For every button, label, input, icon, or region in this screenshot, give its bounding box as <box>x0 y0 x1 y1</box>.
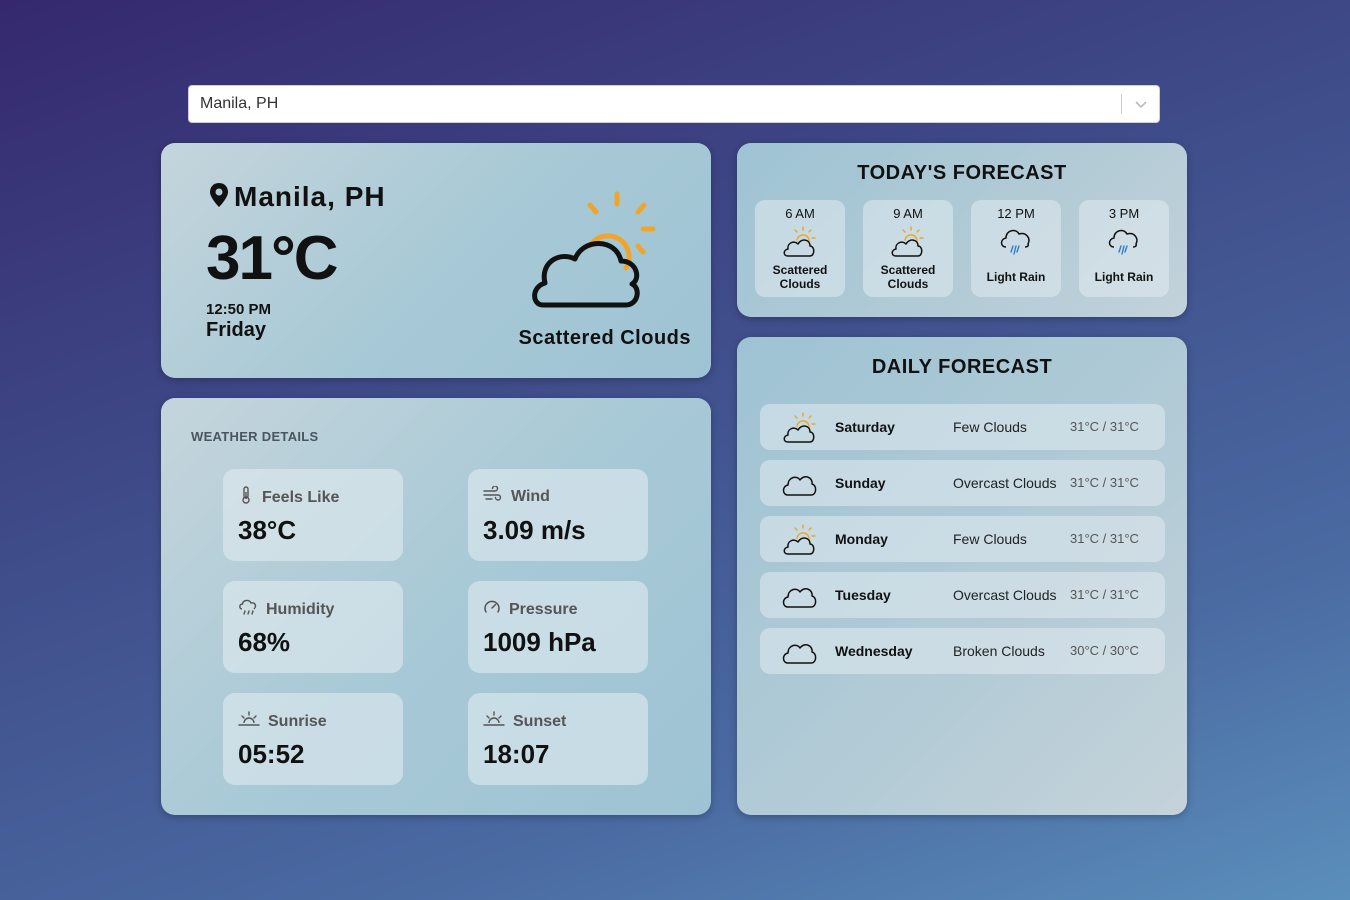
detail-sunrise: Sunrise 05:52 <box>223 693 403 785</box>
hour-desc-line1: Light Rain <box>1094 270 1154 284</box>
rain-icon <box>1106 225 1142 264</box>
details-title: WEATHER DETAILS <box>191 429 319 444</box>
cloud-icon <box>782 467 818 506</box>
detail-label: Sunrise <box>268 712 327 730</box>
hourly-item: 12 PM Light Rain <box>971 200 1061 297</box>
rain-icon <box>998 225 1034 264</box>
partly-cloudy-icon <box>782 225 818 264</box>
sunset-icon <box>483 710 505 733</box>
detail-value: 38°C <box>238 515 297 545</box>
hour-time: 3 PM <box>1108 206 1140 221</box>
detail-feels-like: Feels Like 38°C <box>223 469 403 561</box>
detail-label: Pressure <box>509 600 578 618</box>
daily-day: Tuesday <box>835 587 891 603</box>
daily-temp: 31°C / 31°C <box>1070 531 1139 546</box>
humidity-icon <box>238 598 258 621</box>
chevron-down-icon[interactable] <box>1122 86 1159 122</box>
daily-row: Wednesday Broken Clouds 30°C / 30°C <box>760 628 1165 674</box>
daily-temp: 31°C / 31°C <box>1070 419 1139 434</box>
daily-day: Saturday <box>835 419 895 435</box>
current-day: Friday <box>206 319 267 341</box>
hour-desc-line1: Scattered <box>772 263 828 277</box>
detail-humidity: Humidity 68% <box>223 581 403 673</box>
detail-pressure: Pressure 1009 hPa <box>468 581 648 673</box>
location-name: Manila, PH <box>234 181 386 212</box>
detail-label: Feels Like <box>262 488 340 506</box>
hour-desc-line2: Clouds <box>887 277 929 291</box>
partly-cloudy-icon <box>782 411 818 450</box>
detail-label: Wind <box>511 487 550 505</box>
daily-desc: Few Clouds <box>953 531 1027 547</box>
daily-day: Wednesday <box>835 643 913 659</box>
todays-forecast-card: TODAY'S FORECAST 6 AM Scattered Clouds 9… <box>737 143 1187 317</box>
hourly-item: 3 PM Light Rain <box>1079 200 1169 297</box>
location-select[interactable]: Manila, PH <box>188 85 1160 123</box>
partly-cloudy-icon <box>529 188 659 323</box>
daily-temp: 31°C / 31°C <box>1070 587 1139 602</box>
daily-desc: Few Clouds <box>953 419 1027 435</box>
daily-temp: 30°C / 30°C <box>1070 643 1139 658</box>
detail-value: 68% <box>238 627 291 657</box>
daily-desc: Overcast Clouds <box>953 587 1057 603</box>
hour-time: 6 AM <box>785 206 815 221</box>
hourly-item: 9 AM Scattered Clouds <box>863 200 953 297</box>
detail-value: 3.09 m/s <box>483 515 586 545</box>
thermometer-icon <box>238 486 254 509</box>
location-pin-icon <box>208 182 230 213</box>
detail-sunset: Sunset 18:07 <box>468 693 648 785</box>
hour-desc-line1: Scattered <box>880 263 936 277</box>
hour-desc-line1: Light Rain <box>986 270 1046 284</box>
daily-day: Monday <box>835 531 888 547</box>
daily-row: Tuesday Overcast Clouds 31°C / 31°C <box>760 572 1165 618</box>
current-temperature: 31°C <box>206 224 339 293</box>
hour-time: 12 PM <box>997 206 1035 221</box>
cloud-icon <box>782 579 818 618</box>
sunrise-icon <box>238 710 260 733</box>
detail-value: 18:07 <box>483 739 550 769</box>
weather-details-card: WEATHER DETAILS Feels Like 38°C Wind 3.0… <box>161 398 711 815</box>
daily-desc: Broken Clouds <box>953 643 1045 659</box>
wind-icon <box>483 485 503 507</box>
daily-temp: 31°C / 31°C <box>1070 475 1139 490</box>
hour-desc-line2: Clouds <box>779 277 821 291</box>
detail-value: 05:52 <box>238 739 305 769</box>
detail-label: Sunset <box>513 712 567 730</box>
detail-wind: Wind 3.09 m/s <box>468 469 648 561</box>
partly-cloudy-icon <box>890 225 926 264</box>
daily-row: Saturday Few Clouds 31°C / 31°C <box>760 404 1165 450</box>
daily-forecast-card: DAILY FORECAST Saturday Few Clouds 31°C … <box>737 337 1187 815</box>
current-location: Manila, PH <box>208 181 386 213</box>
hourly-item: 6 AM Scattered Clouds <box>755 200 845 297</box>
current-time: 12:50 PM <box>206 301 272 318</box>
current-description: Scattered Clouds <box>518 327 691 349</box>
daily-day: Sunday <box>835 475 886 491</box>
current-weather-card: Manila, PH 31°C 12:50 PM Friday Scattere… <box>161 143 711 378</box>
hour-time: 9 AM <box>893 206 923 221</box>
daily-row: Monday Few Clouds 31°C / 31°C <box>760 516 1165 562</box>
cloud-icon <box>782 635 818 674</box>
daily-forecast-title: DAILY FORECAST <box>871 356 1053 378</box>
partly-cloudy-icon <box>782 523 818 562</box>
daily-desc: Overcast Clouds <box>953 475 1057 491</box>
location-select-value[interactable]: Manila, PH <box>189 95 1121 113</box>
todays-forecast-title: TODAY'S FORECAST <box>857 162 1067 184</box>
gauge-icon <box>483 598 501 621</box>
detail-label: Humidity <box>266 600 335 618</box>
daily-row: Sunday Overcast Clouds 31°C / 31°C <box>760 460 1165 506</box>
detail-value: 1009 hPa <box>483 627 596 657</box>
